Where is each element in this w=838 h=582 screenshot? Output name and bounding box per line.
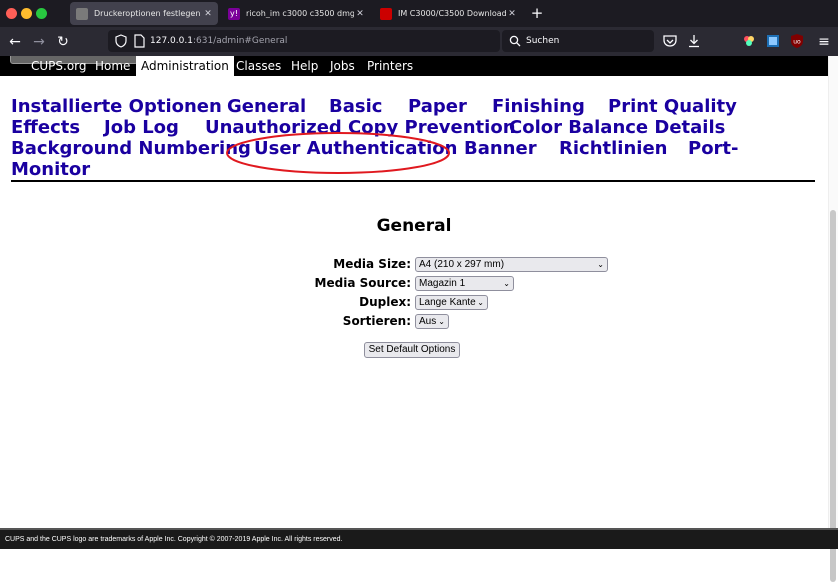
tab-cups[interactable]: Druckeroptionen festlegen - CU ✕ — [70, 2, 218, 25]
ricoh-favicon-icon — [380, 7, 392, 20]
search-bar[interactable]: Suchen — [502, 30, 654, 52]
link-color-balance-details[interactable]: Color Balance Details — [509, 117, 725, 138]
page-viewport: CUPS.org Home Administration Classes Hel… — [0, 56, 838, 528]
link-user-authentication[interactable]: User Authentication — [254, 138, 457, 159]
link-finishing[interactable]: Finishing — [492, 96, 585, 117]
tab-yahoo[interactable]: y! ricoh_im c3000 c3500 dmg - Ya ✕ — [222, 2, 370, 25]
yahoo-favicon-icon: y! — [228, 7, 240, 20]
ublock-shield-icon[interactable]: uo — [789, 33, 805, 49]
link-general[interactable]: General — [227, 96, 306, 117]
nav-cups-org[interactable]: CUPS.org — [26, 56, 92, 76]
link-richtlinien[interactable]: Richtlinien — [559, 138, 667, 159]
link-basic[interactable]: Basic — [329, 96, 382, 117]
address-bar[interactable]: 127.0.0.1:631/admin#General — [108, 30, 600, 52]
link-effects[interactable]: Effects — [11, 117, 80, 138]
link-job-log[interactable]: Job Log — [104, 117, 179, 138]
tab-title: ricoh_im c3000 c3500 dmg - Ya — [246, 9, 354, 18]
nav-home[interactable]: Home — [90, 56, 135, 76]
sortieren-value: Aus — [419, 316, 437, 327]
back-arrow-icon[interactable]: ← — [6, 33, 24, 51]
close-tab-icon[interactable]: ✕ — [354, 9, 366, 19]
sortieren-label: Sortieren: — [342, 314, 411, 328]
media-source-value: Magazin 1 — [419, 278, 466, 289]
link-paper[interactable]: Paper — [408, 96, 467, 117]
sortieren-select[interactable]: Aus ⌄ — [415, 314, 449, 329]
duplex-select[interactable]: Lange Kante ⌄ — [415, 295, 488, 310]
pocket-icon[interactable] — [662, 33, 678, 49]
chevron-down-icon: ⌄ — [597, 260, 604, 269]
link-print-quality[interactable]: Print Quality — [608, 96, 737, 117]
search-icon — [509, 35, 521, 47]
page-info-icon[interactable] — [132, 34, 146, 48]
svg-text:uo: uo — [793, 39, 801, 46]
shield-icon[interactable] — [114, 34, 128, 48]
media-source-select[interactable]: Magazin 1 ⌄ — [415, 276, 514, 291]
url-text: 127.0.0.1:631/admin#General — [150, 36, 288, 46]
nav-classes[interactable]: Classes — [231, 56, 286, 76]
close-window-button[interactable] — [6, 8, 17, 19]
chevron-down-icon: ⌄ — [503, 279, 510, 288]
browser-tab-strip: Druckeroptionen festlegen - CU ✕ y! rico… — [0, 0, 838, 27]
browser-nav-bar: ← → ↻ 127.0.0.1:631/admin#General Suchen — [0, 27, 838, 56]
chevron-down-icon: ⌄ — [438, 317, 445, 326]
nav-administration[interactable]: Administration — [136, 56, 234, 76]
link-banner[interactable]: Banner — [464, 138, 537, 159]
nav-printers[interactable]: Printers — [362, 56, 418, 76]
vertical-scrollbar[interactable] — [828, 56, 838, 582]
tab-title: IM C3000/C3500 Downloads | R — [398, 9, 506, 18]
set-default-options-button[interactable]: Set Default Options — [364, 342, 460, 358]
nav-jobs[interactable]: Jobs — [325, 56, 360, 76]
duplex-label: Duplex: — [359, 295, 411, 309]
tab-ricoh[interactable]: IM C3000/C3500 Downloads | R ✕ — [374, 2, 522, 25]
close-tab-icon[interactable]: ✕ — [506, 9, 518, 19]
reload-icon[interactable]: ↻ — [54, 33, 72, 51]
download-icon[interactable] — [686, 33, 702, 49]
cups-footer: CUPS and the CUPS logo are trademarks of… — [0, 528, 838, 549]
media-size-label: Media Size: — [333, 257, 411, 271]
screenshot-extension-icon[interactable] — [765, 33, 781, 49]
minimize-window-button[interactable] — [21, 8, 32, 19]
link-background-numbering[interactable]: Background Numbering — [11, 138, 251, 159]
media-source-label: Media Source: — [314, 276, 411, 290]
chevron-down-icon: ⌄ — [477, 298, 484, 307]
media-size-select[interactable]: A4 (210 x 297 mm) ⌄ — [415, 257, 608, 272]
section-divider — [11, 180, 815, 182]
forward-arrow-icon[interactable]: → — [30, 33, 48, 51]
cups-favicon-icon — [76, 7, 88, 20]
link-installierte-optionen[interactable]: Installierte Optionen — [11, 96, 222, 117]
scrollbar-thumb[interactable] — [830, 210, 836, 582]
section-title: General — [376, 216, 452, 236]
search-placeholder: Suchen — [526, 36, 560, 46]
close-tab-icon[interactable]: ✕ — [202, 9, 214, 19]
app-menu-icon[interactable]: ≡ — [814, 33, 834, 51]
new-tab-button[interactable]: + — [528, 4, 546, 22]
footer-text: CUPS and the CUPS logo are trademarks of… — [5, 536, 343, 543]
link-port-monitor[interactable]: Port- — [688, 138, 739, 159]
duplex-value: Lange Kante — [419, 297, 476, 308]
nav-help[interactable]: Help — [286, 56, 323, 76]
color-extension-icon[interactable] — [741, 33, 757, 49]
link-port-monitor-continued[interactable]: Monitor — [11, 159, 90, 180]
tab-title: Druckeroptionen festlegen - CU — [94, 9, 202, 18]
cups-header: CUPS.org Home Administration Classes Hel… — [0, 56, 828, 76]
zoom-window-button[interactable] — [36, 8, 47, 19]
link-unauthorized-copy-prevention[interactable]: Unauthorized Copy Prevention — [205, 117, 516, 138]
media-size-value: A4 (210 x 297 mm) — [419, 259, 505, 270]
